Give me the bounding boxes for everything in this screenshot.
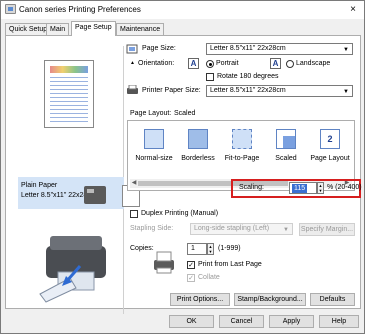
landscape-radio[interactable] xyxy=(286,60,294,68)
cancel-button[interactable]: Cancel xyxy=(219,315,264,328)
printer-paper-size-select[interactable]: Letter 8.5"x11" 22x28cm ▼ xyxy=(206,85,353,97)
tab-maintenance[interactable]: Maintenance xyxy=(116,23,165,35)
printer-paper-size-icon xyxy=(127,85,138,94)
printer-paper-size-label: Printer Paper Size: xyxy=(142,87,201,94)
stapling-side-select[interactable]: Long-side stapling (Left) ▼ xyxy=(190,223,293,235)
close-button[interactable]: × xyxy=(344,2,362,18)
copies-range: (1-999) xyxy=(218,245,241,252)
landscape-icon: A xyxy=(270,58,281,69)
preview-text-line xyxy=(50,81,88,82)
tab-page-setup[interactable]: Page Setup xyxy=(71,21,116,36)
scaled-icon xyxy=(276,129,296,149)
copies-icon xyxy=(154,251,174,274)
page-layout-icon: 2 xyxy=(320,129,340,149)
scaling-range: % (20-400) xyxy=(327,184,362,191)
page-setup-panel: Plain Paper Letter 8.5"x11" 22x28cm Page… xyxy=(5,35,362,314)
stapling-side-label: Stapling Side: xyxy=(130,225,174,232)
duplex-label: Duplex Printing (Manual) xyxy=(141,210,219,217)
scroll-left-icon[interactable]: ◀ xyxy=(130,178,138,188)
print-from-last-page-label: Print from Last Page xyxy=(198,261,262,268)
title-bar: Canon series Printing Preferences × xyxy=(1,1,364,19)
collate-checkbox[interactable]: ✓ xyxy=(187,274,195,282)
layout-page-layout-label: Page Layout xyxy=(310,155,350,162)
scaling-label: Scaling: xyxy=(239,184,264,191)
stapling-side-value: Long-side stapling (Left) xyxy=(194,225,270,232)
layout-borderless-label: Borderless xyxy=(181,155,215,162)
scaling-value: 115 xyxy=(292,184,308,193)
layout-scaled-label: Scaled xyxy=(275,155,297,162)
rotate-180-label: Rotate 180 degrees xyxy=(217,73,279,80)
page-layout-label: Page Layout: xyxy=(130,110,172,117)
stamp-background-button[interactable]: Stamp/Background... xyxy=(234,293,306,306)
chevron-down-icon: ▼ xyxy=(283,227,289,233)
rotate-180-checkbox[interactable] xyxy=(206,73,214,81)
portrait-icon: A xyxy=(188,58,199,69)
apply-button[interactable]: Apply xyxy=(269,315,314,328)
print-from-last-page-checkbox[interactable]: ✓ xyxy=(187,261,195,269)
layout-borderless[interactable]: Borderless xyxy=(178,125,218,170)
collate-label: Collate xyxy=(198,274,220,281)
scaling-spinner[interactable]: ▲ ▼ xyxy=(317,182,324,194)
layout-scaled[interactable]: Scaled xyxy=(266,125,306,170)
printer-app-icon xyxy=(5,4,16,14)
paper-size-text: Letter 8.5"x11" 22x28cm xyxy=(21,192,97,199)
page-size-value: Letter 8.5"x11" 22x28cm xyxy=(210,45,286,52)
tab-main[interactable]: Main xyxy=(46,23,70,35)
scaling-highlight: Scaling: 115 ▲ ▼ % (20-400) xyxy=(231,179,362,198)
fit-to-page-icon xyxy=(232,129,252,149)
specify-margin-button[interactable]: Specify Margin... xyxy=(299,223,355,236)
scaling-input[interactable]: 115 xyxy=(289,182,317,194)
borderless-icon xyxy=(188,129,208,149)
preview-text-line xyxy=(50,121,88,122)
preview-text-line xyxy=(50,85,88,86)
preview-text-line xyxy=(50,97,88,98)
preview-image-strip xyxy=(50,66,88,73)
normal-size-icon xyxy=(144,129,164,149)
printing-preferences-window: Canon series Printing Preferences × Quic… xyxy=(0,0,365,334)
preview-text-line xyxy=(50,109,88,110)
copies-label: Copies: xyxy=(130,245,154,252)
landscape-label: Landscape xyxy=(296,60,331,67)
preview-text-line xyxy=(50,89,88,90)
printer-paper-size-value: Letter 8.5"x11" 22x28cm xyxy=(210,87,286,94)
duplex-checkbox[interactable] xyxy=(130,210,138,218)
layout-normal-size[interactable]: Normal-size xyxy=(134,125,174,170)
paper-preview xyxy=(44,60,94,128)
preview-area: Plain Paper Letter 8.5"x11" 22x28cm xyxy=(14,46,140,314)
printer-illustration-icon xyxy=(39,236,106,303)
preview-text-line xyxy=(50,101,88,102)
tab-quick-setup[interactable]: Quick Setup xyxy=(5,23,52,35)
preview-text-line xyxy=(50,105,88,106)
preview-text-line xyxy=(50,113,88,114)
preview-text-line xyxy=(50,77,88,78)
help-button[interactable]: Help xyxy=(319,315,359,328)
page-size-select[interactable]: Letter 8.5"x11" 22x28cm ▼ xyxy=(206,43,353,55)
defaults-button[interactable]: Defaults xyxy=(310,293,355,306)
ok-button[interactable]: OK xyxy=(169,315,214,328)
preview-text-line xyxy=(50,117,88,118)
chevron-down-icon: ▼ xyxy=(343,47,349,53)
portrait-radio[interactable] xyxy=(206,60,214,68)
layout-fit-to-page-label: Fit-to-Page xyxy=(224,155,260,162)
media-type-text: Plain Paper xyxy=(21,182,58,189)
page-size-label: Page Size: xyxy=(142,45,176,52)
copies-input[interactable]: 1 xyxy=(187,243,207,255)
printer-icon xyxy=(84,186,106,204)
layout-page-layout[interactable]: 2 Page Layout xyxy=(310,125,350,170)
orientation-label: Orientation: xyxy=(138,60,175,67)
chevron-down-icon: ▼ xyxy=(343,89,349,95)
layout-fit-to-page[interactable]: Fit-to-Page xyxy=(222,125,262,170)
print-options-button[interactable]: Print Options... xyxy=(170,293,230,306)
portrait-label: Portrait xyxy=(216,60,239,67)
orientation-bullet-icon: ▲ xyxy=(130,60,135,66)
layout-normal-size-label: Normal-size xyxy=(135,155,173,162)
copies-spinner[interactable]: ▲ ▼ xyxy=(207,243,214,255)
page-layout-current: Scaled xyxy=(174,110,196,117)
paper-info-caption: Plain Paper Letter 8.5"x11" 22x28cm xyxy=(18,177,124,209)
copies-value: 1 xyxy=(191,245,195,252)
page-size-icon xyxy=(126,44,138,54)
preview-text-line xyxy=(50,93,88,94)
window-title: Canon series Printing Preferences xyxy=(19,5,141,14)
